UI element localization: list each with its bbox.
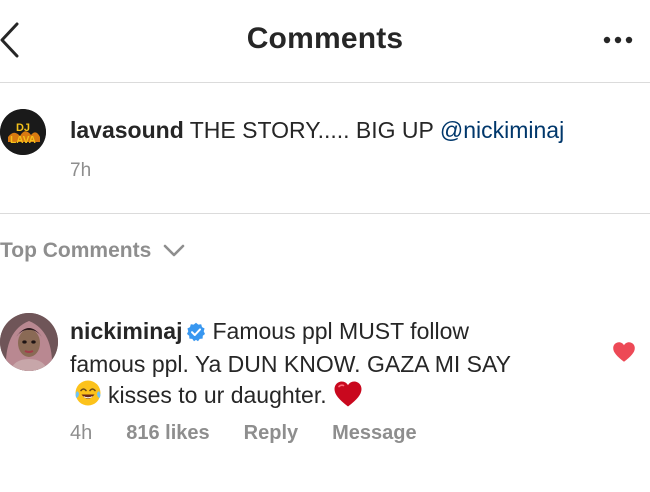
heart-icon: [613, 342, 635, 362]
comment-likes-count[interactable]: 816 likes: [126, 422, 209, 445]
reply-button[interactable]: Reply: [244, 422, 298, 445]
comment-timestamp: 4h: [70, 422, 93, 444]
comment-body-part2: kisses to ur daughter.: [108, 382, 327, 408]
message-button[interactable]: Message: [332, 422, 417, 445]
caption-timestamp: 7h: [70, 160, 92, 181]
comment-meta: 4h 816 likes Reply Message: [70, 422, 417, 445]
like-button[interactable]: [610, 338, 638, 366]
tears-of-joy-emoji-icon: [74, 379, 102, 414]
top-comments-dropdown[interactable]: Top Comments: [0, 234, 185, 268]
profile-photo-icon: [0, 313, 58, 371]
header: Comments: [0, 0, 650, 83]
more-horizontal-icon: [603, 36, 633, 44]
comment-text: nickiminaj Famous ppl MUST follow famous…: [70, 316, 540, 415]
caption-username[interactable]: lavasound: [70, 117, 184, 143]
chevron-down-icon: [163, 244, 185, 258]
page-title: Comments: [246, 22, 404, 55]
more-options-button[interactable]: [600, 28, 636, 52]
caption-mention-link[interactable]: @nickiminaj: [440, 117, 564, 143]
caption-body: THE STORY..... BIG UP: [189, 117, 434, 143]
avatar[interactable]: DJ LAVA: [0, 109, 46, 155]
post-caption: DJ LAVA lavasound THE STORY..... BIG UP …: [0, 83, 650, 214]
avatar-text-top: DJ: [16, 122, 30, 134]
comment-username[interactable]: nickiminaj: [70, 318, 182, 344]
red-heart-emoji-icon: [333, 380, 363, 415]
dj-lava-logo-icon: DJ LAVA: [0, 109, 46, 155]
comments-screen: Comments DJ LAVA lavasound THE STORY....…: [0, 0, 650, 492]
avatar-text-bottom: LAVA: [10, 135, 36, 146]
caption-text: lavasound THE STORY..... BIG UP @nickimi…: [70, 115, 564, 145]
filter-label: Top Comments: [0, 239, 152, 262]
commenter-avatar[interactable]: [0, 313, 58, 371]
verified-badge-icon: [186, 319, 206, 349]
